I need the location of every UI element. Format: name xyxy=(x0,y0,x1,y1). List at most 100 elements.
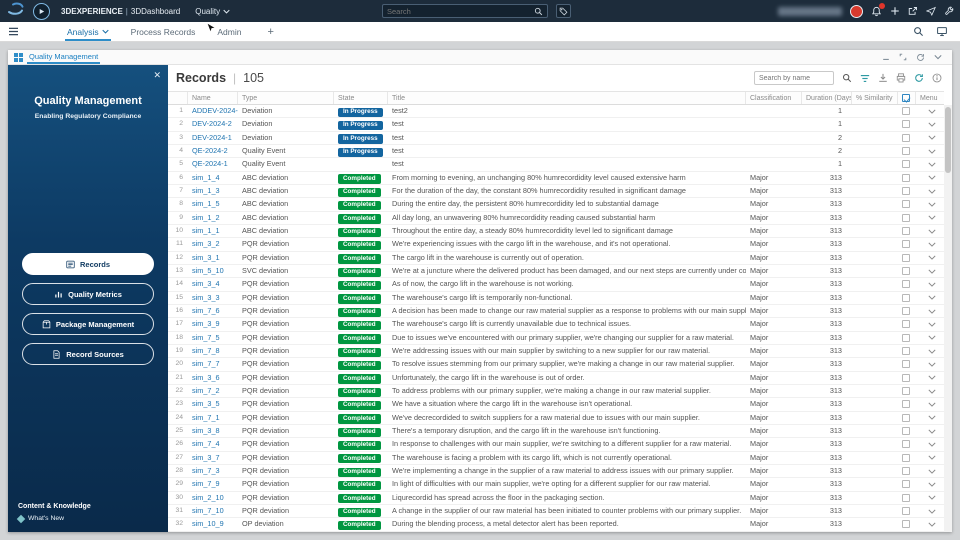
user-avatar[interactable] xyxy=(850,4,863,18)
row-checkbox[interactable] xyxy=(902,280,910,289)
record-link[interactable]: sim_3_8 xyxy=(192,426,220,435)
table-row[interactable]: 11 sim_3_2 PQR deviation Completed We're… xyxy=(168,238,944,252)
row-checkbox[interactable] xyxy=(902,467,910,476)
row-menu-chevron-icon[interactable] xyxy=(928,402,936,407)
record-link[interactable]: sim_7_9 xyxy=(192,479,220,488)
share-icon[interactable] xyxy=(908,6,918,16)
row-checkbox[interactable] xyxy=(902,413,910,422)
search-content-icon[interactable] xyxy=(913,26,924,37)
row-menu-chevron-icon[interactable] xyxy=(928,429,936,434)
table-row[interactable]: 18 sim_7_5 PQR deviation Completed Due t… xyxy=(168,332,944,345)
table-row[interactable]: 8 sim_1_5 ABC deviation Completed During… xyxy=(168,198,944,212)
record-link[interactable]: sim_3_7 xyxy=(192,453,220,462)
table-row[interactable]: 16 sim_7_6 PQR deviation Completed A dec… xyxy=(168,305,944,319)
tab-analysis[interactable]: Analysis xyxy=(65,22,111,41)
table-row[interactable]: 12 sim_3_1 PQR deviation Completed The c… xyxy=(168,252,944,265)
filter-list-icon[interactable] xyxy=(860,74,870,83)
table-row[interactable]: 23 sim_3_5 PQR deviation Completed We ha… xyxy=(168,398,944,412)
row-menu-chevron-icon[interactable] xyxy=(928,282,936,287)
row-checkbox[interactable] xyxy=(902,173,910,182)
row-menu-chevron-icon[interactable] xyxy=(928,189,936,194)
header-title[interactable]: Title xyxy=(388,92,746,104)
row-checkbox[interactable] xyxy=(902,493,910,502)
row-menu-chevron-icon[interactable] xyxy=(928,135,936,141)
row-menu-chevron-icon[interactable] xyxy=(928,375,936,380)
table-row[interactable]: 24 sim_7_1 PQR deviation Completed We've… xyxy=(168,412,944,425)
row-checkbox[interactable] xyxy=(902,253,910,262)
row-checkbox[interactable] xyxy=(902,133,910,142)
row-menu-chevron-icon[interactable] xyxy=(928,202,936,207)
close-icon[interactable]: ✕ xyxy=(153,70,161,81)
record-link[interactable]: sim_1_4 xyxy=(192,173,220,182)
row-checkbox[interactable] xyxy=(902,400,910,409)
record-link[interactable]: sim_7_3 xyxy=(192,466,220,475)
row-menu-chevron-icon[interactable] xyxy=(928,469,936,474)
table-row[interactable]: 15 sim_3_3 PQR deviation Completed The w… xyxy=(168,292,944,305)
row-checkbox[interactable] xyxy=(902,320,910,329)
wrench-icon[interactable] xyxy=(944,6,954,16)
record-link[interactable]: sim_7_8 xyxy=(192,346,220,355)
add-icon[interactable] xyxy=(890,6,900,16)
header-select-all[interactable] xyxy=(898,92,916,104)
record-link[interactable]: sim_3_2 xyxy=(192,239,220,248)
row-checkbox[interactable] xyxy=(902,360,910,369)
record-link[interactable]: sim_3_6 xyxy=(192,373,220,382)
record-link[interactable]: QE-2024-1 xyxy=(192,159,228,168)
record-link[interactable]: QE-2024-2 xyxy=(192,146,228,155)
record-link[interactable]: sim_7_6 xyxy=(192,306,220,315)
row-checkbox[interactable] xyxy=(902,187,910,196)
row-menu-chevron-icon[interactable] xyxy=(928,242,936,247)
minimize-icon[interactable] xyxy=(882,53,890,61)
table-row[interactable]: 27 sim_3_7 PQR deviation Completed The w… xyxy=(168,452,944,465)
record-link[interactable]: sim_1_1 xyxy=(192,226,220,235)
table-row[interactable]: 6 sim_1_4 ABC deviation Completed From m… xyxy=(168,172,944,185)
record-link[interactable]: sim_3_3 xyxy=(192,293,220,302)
expand-icon[interactable] xyxy=(899,53,907,61)
add-tab-button[interactable]: + xyxy=(267,26,273,38)
record-link[interactable]: sim_3_1 xyxy=(192,253,220,262)
record-link[interactable]: sim_3_4 xyxy=(192,279,220,288)
row-menu-chevron-icon[interactable] xyxy=(928,509,936,514)
record-link[interactable]: sim_7_1 xyxy=(192,413,220,422)
header-state[interactable]: State xyxy=(334,92,388,104)
refresh-icon[interactable] xyxy=(914,73,924,83)
row-menu-chevron-icon[interactable] xyxy=(928,309,936,314)
scrollbar-thumb[interactable] xyxy=(945,107,951,173)
table-row[interactable]: 21 sim_3_6 PQR deviation Completed Unfor… xyxy=(168,372,944,385)
record-link[interactable]: DEV-2024-1 xyxy=(192,133,232,142)
row-checkbox[interactable] xyxy=(902,347,910,356)
record-link[interactable]: sim_1_2 xyxy=(192,213,220,222)
header-name[interactable]: Name xyxy=(188,92,238,104)
row-menu-chevron-icon[interactable] xyxy=(928,149,936,154)
table-row[interactable]: 30 sim_2_10 PQR deviation Completed Liqu… xyxy=(168,492,944,505)
header-classification[interactable]: Classification xyxy=(746,92,802,104)
row-checkbox[interactable] xyxy=(902,507,910,515)
table-row[interactable]: 2 DEV-2024-2 Deviation In Progress test … xyxy=(168,118,944,132)
search-icon[interactable] xyxy=(842,73,852,83)
row-checkbox[interactable] xyxy=(902,427,910,436)
sidebar-item-record-sources[interactable]: Record Sources xyxy=(22,343,154,365)
print-icon[interactable] xyxy=(896,73,906,83)
table-row[interactable]: 9 sim_1_2 ABC deviation Completed All da… xyxy=(168,212,944,225)
export-icon[interactable] xyxy=(878,73,888,83)
select-all-checkbox-icon[interactable] xyxy=(902,94,910,102)
table-row[interactable]: 14 sim_3_4 PQR deviation Completed As of… xyxy=(168,278,944,292)
table-row[interactable]: 26 sim_7_4 PQR deviation Completed In re… xyxy=(168,438,944,452)
table-row[interactable]: 1 ADDEV-2024-1 Deviation In Progress tes… xyxy=(168,105,944,119)
record-link[interactable]: sim_7_2 xyxy=(192,386,220,395)
row-checkbox[interactable] xyxy=(902,200,910,209)
table-row[interactable]: 10 sim_1_1 ABC deviation Completed Throu… xyxy=(168,225,944,239)
record-link[interactable]: sim_1_3 xyxy=(192,186,220,195)
send-icon[interactable] xyxy=(926,6,936,16)
row-menu-chevron-icon[interactable] xyxy=(928,335,936,341)
tag-icon[interactable] xyxy=(556,4,571,18)
app-switcher-menu[interactable]: Quality xyxy=(195,7,230,16)
row-checkbox[interactable] xyxy=(902,267,910,276)
row-checkbox[interactable] xyxy=(902,120,910,129)
record-link[interactable]: sim_7_7 xyxy=(192,359,220,368)
row-checkbox[interactable] xyxy=(902,333,910,342)
3ds-logo-icon[interactable] xyxy=(6,1,28,21)
row-checkbox[interactable] xyxy=(902,213,910,222)
refresh-icon[interactable] xyxy=(916,53,925,62)
record-link[interactable]: ADDEV-2024-1 xyxy=(192,106,238,115)
